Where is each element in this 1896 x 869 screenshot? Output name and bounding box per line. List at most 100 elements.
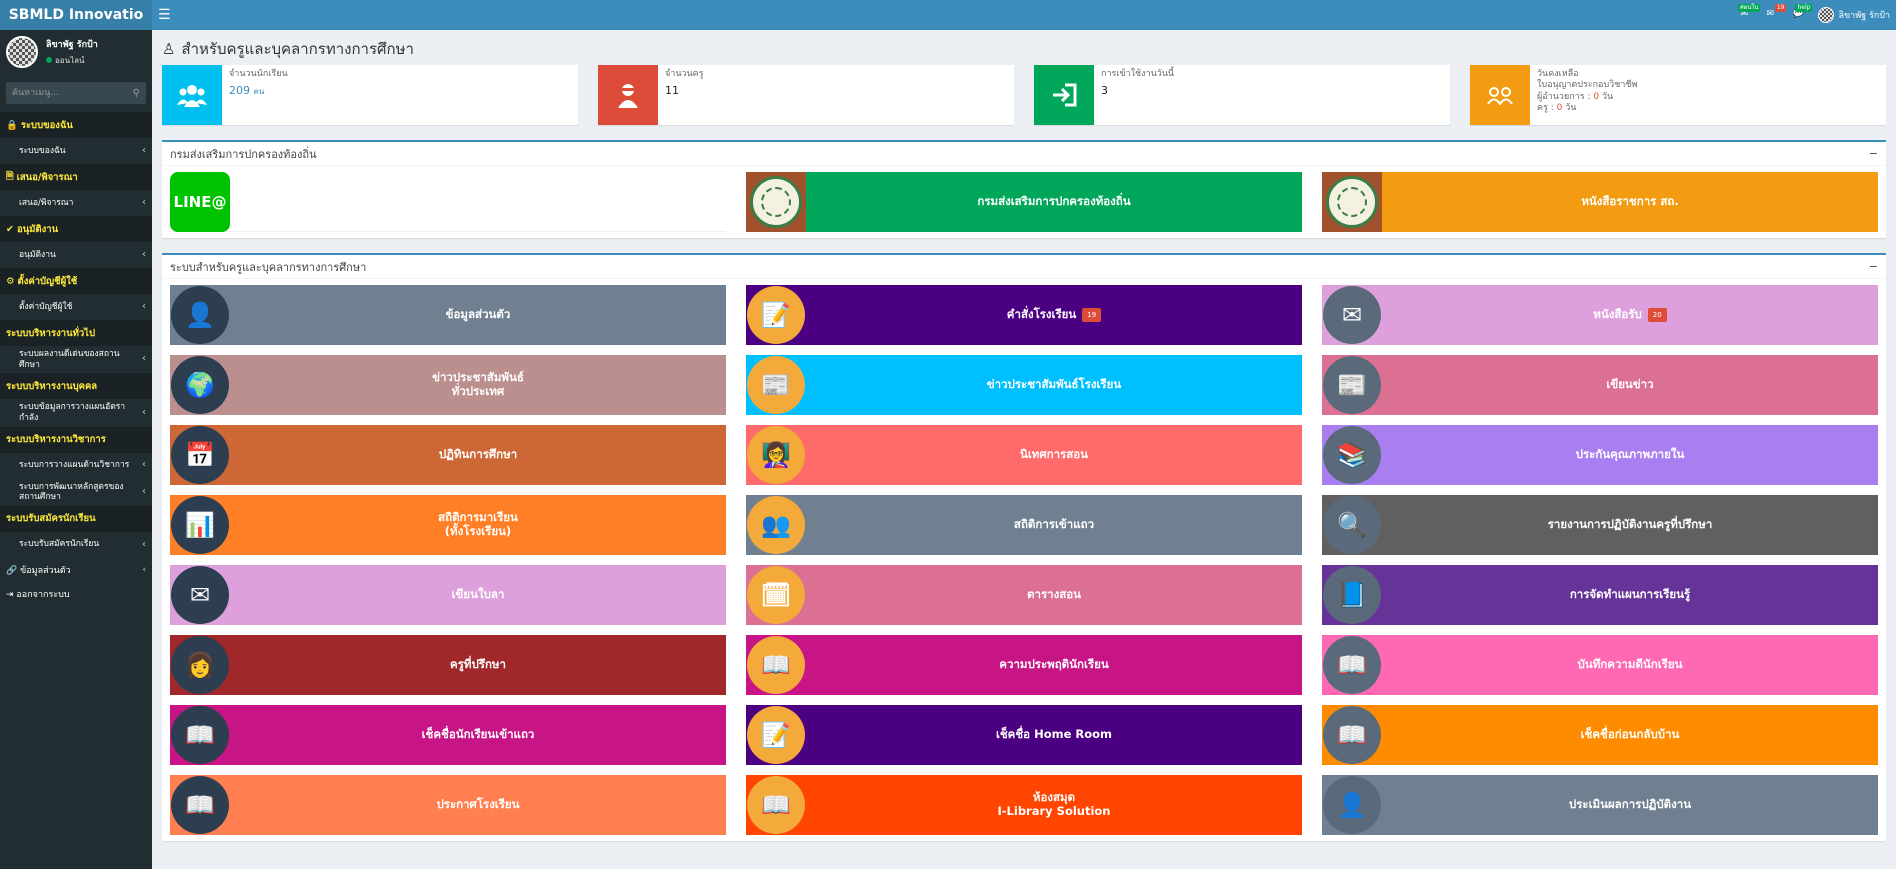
user-panel: ลิขาพัฐ รักป้า ออนไลน์	[0, 30, 152, 74]
schedule-icon: 🗓	[746, 565, 806, 625]
chevron-left-icon: ‹	[142, 248, 146, 260]
tile-label: สถิติการมาเรียน (ทั้งโรงเรียน)	[438, 510, 518, 538]
app-tile[interactable]: 📰 ข่าวประชาสัมพันธ์โรงเรียน	[746, 355, 1302, 415]
app-tile[interactable]: ✉ เขียนใบลา	[170, 565, 726, 625]
sidebar-section-header[interactable]: ระบบบริหารงานทั่วไป	[0, 320, 152, 346]
app-tile[interactable]: 📖 ความประพฤตินักเรียน	[746, 635, 1302, 695]
app-tile[interactable]: 📖 บันทึกความดีนักเรียน	[1322, 635, 1878, 695]
sidebar-item[interactable]: 🔗 ข้อมูลส่วนตัว ‹	[0, 558, 152, 582]
user-status: ออนไลน์	[46, 54, 98, 67]
app-tile[interactable]: 🌍 ข่าวประชาสัมพันธ์ ทั่วประเทศ	[170, 355, 726, 415]
box-header: กรมส่งเสริมการปกครองท้องถิ่น −	[162, 142, 1886, 166]
notification-icon[interactable]: ✉ ศผนใน	[1738, 4, 1761, 21]
sidebar-section-header[interactable]: ระบบรับสมัครนักเรียน	[0, 505, 152, 532]
sidebar-item[interactable]: เสนอ/พิจารณา ‹	[0, 190, 152, 216]
app-tile[interactable]: 📰 เขียนข่าว	[1322, 355, 1878, 415]
app-tile[interactable]: 📊 สถิติการมาเรียน (ทั้งโรงเรียน)	[170, 495, 726, 555]
sidebar-search: ⚲	[6, 82, 146, 104]
tile-label: ปฏิทินการศึกษา	[438, 447, 518, 462]
sidebar-item[interactable]: ระบบของฉัน ‹	[0, 138, 152, 164]
main-content: ♙ สำหรับครูและบุคลากรทางการศึกษา จำนวนนั…	[152, 30, 1896, 869]
seal-icon	[1322, 172, 1382, 232]
app-tile[interactable]: 📖 ห้องสมุด I-Library Solution	[746, 775, 1302, 835]
search-input[interactable]	[12, 88, 133, 98]
chevron-left-icon: ‹	[142, 406, 146, 418]
sidebar-item[interactable]: อนุมัติงาน ‹	[0, 242, 152, 268]
brand-logo[interactable]: SBMLD Innovatio	[0, 0, 152, 30]
document-pen-icon: 📝	[746, 705, 806, 765]
tile-dla-letters[interactable]: หนังสือราชการ สถ.	[1322, 172, 1878, 232]
breaking-news-icon: 📰	[746, 355, 806, 415]
gear-icon: ⚙	[6, 275, 15, 287]
tile-label: หนังสือรับ 20	[1382, 285, 1878, 345]
sidebar-item[interactable]: ตั้งค่าบัญชีผู้ใช้ ‹	[0, 294, 152, 320]
tile-label: เช็คชื่อนักเรียนเข้าแถว	[421, 727, 535, 742]
tile-label: เขียนข่าว	[1606, 377, 1654, 392]
app-tile[interactable]: 📖 เช็คชื่อก่อนกลับบ้าน	[1322, 705, 1878, 765]
group-icon: 👥	[746, 495, 806, 555]
stat-value: 209	[229, 83, 250, 97]
search-icon[interactable]: ⚲	[133, 88, 140, 99]
avatar	[1818, 7, 1835, 23]
app-tile[interactable]: 📖 ประกาศโรงเรียน	[170, 775, 726, 835]
app-tile[interactable]: 🗓 ตารางสอน	[746, 565, 1302, 625]
teacher-board-icon: 👩‍🏫	[746, 425, 806, 485]
sidebar-section-header[interactable]: ระบบบริหารงานวิชาการ	[0, 426, 152, 453]
app-tile[interactable]: 👩‍🏫 นิเทศการสอน	[746, 425, 1302, 485]
sidebar-item[interactable]: ระบบรับสมัครนักเรียน ‹	[0, 532, 152, 558]
sidebar-menu: 🔒 ระบบของฉัน ระบบของฉัน ‹ 🗎 เสนอ/พิจารณา เสนอ/…	[0, 112, 152, 606]
teacher-icon	[598, 65, 658, 125]
app-tile[interactable]: 📝 เช็คชื่อ Home Room	[746, 705, 1302, 765]
sidebar-section-header[interactable]: ✔ อนุมัติงาน	[0, 216, 152, 242]
book-open-icon: 📖	[746, 635, 806, 695]
lock-icon: 🔒	[6, 119, 18, 131]
chevron-left-icon: ‹	[142, 144, 146, 156]
sidebar-item[interactable]: ระบบผลงานดีเด่นของสถาน ศึกษา ‹	[0, 346, 152, 373]
tile-label: ประกันคุณภาพภายใน	[1575, 447, 1685, 462]
collapse-button[interactable]: −	[1869, 147, 1878, 160]
sidebar-section-header[interactable]: 🔒 ระบบของฉัน	[0, 112, 152, 138]
menu-toggle-icon[interactable]: ☰	[158, 7, 171, 23]
user-menu[interactable]: ลิขาพัฐ รักป้า	[1818, 7, 1890, 23]
app-tile[interactable]: 👤 ข้อมูลส่วนตัว	[170, 285, 726, 345]
app-tile[interactable]: 📅 ปฏิทินการศึกษา	[170, 425, 726, 485]
sidebar-item[interactable]: ระบบการวางแผนด้านวิชาการ ‹	[0, 453, 152, 479]
collapse-button[interactable]: −	[1869, 260, 1878, 273]
mail-icon[interactable]: ✉ 19	[1766, 4, 1787, 21]
woman-teacher-icon: 👩	[170, 635, 230, 695]
app-tile[interactable]: ✉ หนังสือรับ 20	[1322, 285, 1878, 345]
tile-label: บันทึกความดีนักเรียน	[1577, 657, 1683, 672]
help-icon[interactable]: 💬 help	[1792, 4, 1813, 21]
tile-label: ข่าวประชาสัมพันธ์โรงเรียน	[986, 377, 1122, 392]
tile-label: ประเมินผลการปฏิบัติงาน	[1568, 797, 1692, 812]
sidebar-section-header[interactable]: 🗎 เสนอ/พิจารณา	[0, 164, 152, 190]
stat-label: จำนวนครู	[665, 69, 704, 79]
sidebar-item[interactable]: ⇥ ออกจากระบบ	[0, 582, 152, 606]
stat-sublabel: ใบอนุญาตประกอบวิชาชีพ	[1537, 80, 1638, 91]
app-tile[interactable]: 👥 สถิติการเข้าแถว	[746, 495, 1302, 555]
app-tile[interactable]: 📘 การจัดทำแผนการเรียนรู้	[1322, 565, 1878, 625]
sidebar-item[interactable]: ระบบข้อมูลการวางแผนอัตรา กำลัง ‹	[0, 399, 152, 426]
tile-label: สถิติการเข้าแถว	[1013, 517, 1095, 532]
book-open-icon: 📖	[1322, 635, 1382, 695]
app-tile[interactable]: 👤 ประเมินผลการปฏิบัติงาน	[1322, 775, 1878, 835]
tile-label: การจัดทำแผนการเรียนรู้	[1569, 587, 1691, 602]
chevron-left-icon: ‹	[142, 485, 146, 497]
app-tile[interactable]: 📚 ประกันคุณภาพภายใน	[1322, 425, 1878, 485]
sidebar-item[interactable]: ระบบการพัฒนาหลักสูตรของ สถานศึกษา ‹	[0, 479, 152, 506]
sidebar-section-header[interactable]: ระบบบริหารงานบุคคล	[0, 373, 152, 400]
person-icon: 👤	[170, 285, 230, 345]
tile-label: ความประพฤตินักเรียน	[999, 657, 1109, 672]
app-tile[interactable]: 🔍 รายงานการปฏิบัติงานครูที่ปรึกษา	[1322, 495, 1878, 555]
chevron-left-icon: ‹	[142, 353, 146, 365]
tile-label: ข้อมูลส่วนตัว	[445, 307, 511, 322]
app-tile[interactable]: 📖 เช็คชื่อนักเรียนเข้าแถว	[170, 705, 726, 765]
tile-label: ข่าวประชาสัมพันธ์ ทั่วประเทศ	[432, 370, 524, 398]
sidebar-section-header[interactable]: ⚙ ตั้งค่าบัญชีผู้ใช้	[0, 268, 152, 294]
stats-row: จำนวนนักเรียน 209 คน จำนวนครู 11 การเข้าใ…	[162, 65, 1886, 125]
tile-dla[interactable]: กรมส่งเสริมการปกครองท้องถิ่น	[746, 172, 1302, 232]
chevron-left-icon: ‹	[142, 459, 146, 471]
line-tile[interactable]: LINE@	[170, 171, 726, 232]
app-tile[interactable]: 📝 คำสั่งโรงเรียน 19	[746, 285, 1302, 345]
app-tile[interactable]: 👩 ครูที่ปรึกษา	[170, 635, 726, 695]
